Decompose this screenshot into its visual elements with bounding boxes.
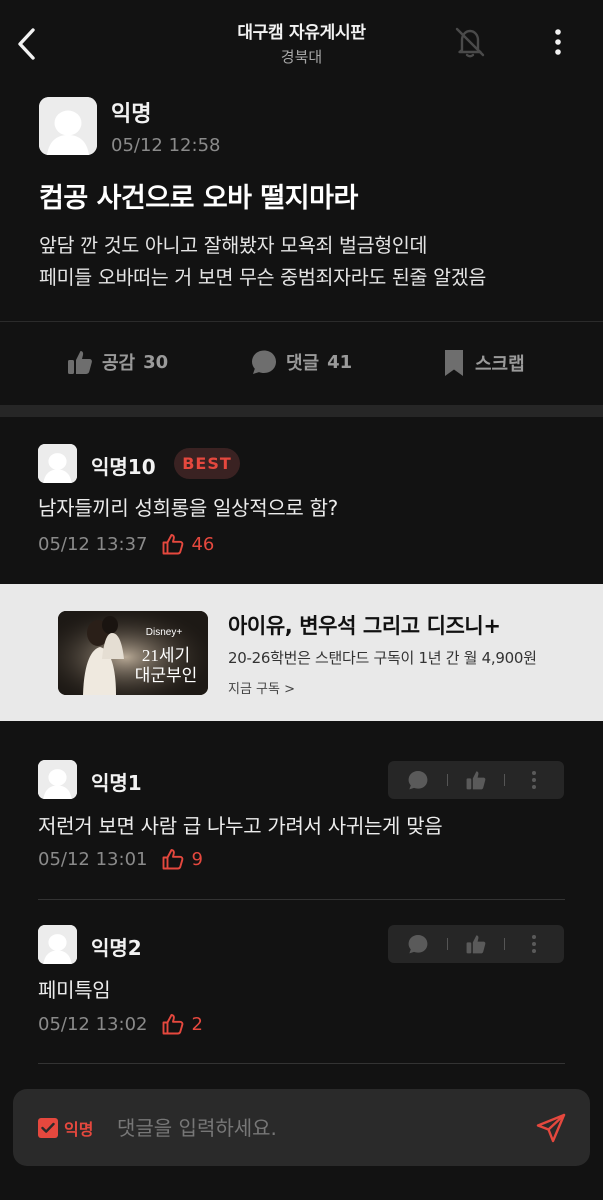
comment-like-count: 46 (191, 533, 215, 555)
post-author-name: 익명 (111, 102, 152, 127)
comment-count-button[interactable]: 댓글 41 (250, 348, 352, 376)
comment-toolbar (388, 925, 564, 963)
more-vertical-icon (531, 935, 536, 953)
thumbs-up-outline-icon (163, 534, 184, 555)
comment-avatar (38, 760, 77, 799)
bookmark-icon (445, 350, 463, 376)
default-avatar-icon (38, 760, 77, 799)
thumbs-up-icon (466, 771, 486, 790)
divider (0, 321, 603, 322)
comment-like-count-group: 9 (161, 847, 203, 871)
comment-text: 페미특임 (38, 978, 111, 1002)
board-title-group: 대구캠 자유게시판 경북대 (0, 18, 603, 67)
ad-description: 20-26학번은 스탠다드 구독이 1년 간 월 4,900원 (228, 649, 537, 667)
comment-like-button[interactable] (460, 928, 492, 960)
scrap-label: 스크랩 (475, 354, 525, 375)
default-avatar-icon (38, 444, 77, 483)
like-button[interactable]: 공감 30 (66, 348, 168, 376)
top-bar: 대구캠 자유게시판 경북대 (0, 0, 603, 88)
comment-count: 41 (327, 351, 353, 373)
toolbar-separator (504, 774, 506, 786)
comment-timestamp: 05/12 13:37 (38, 533, 148, 555)
post-author-avatar (39, 97, 97, 155)
comment-like-count-group: 46 (161, 532, 214, 556)
ad-poster-image: Disney+ 21세기 대군부인 (58, 611, 208, 695)
more-options-button[interactable] (542, 22, 574, 62)
comment-author: 익명10 (91, 455, 156, 479)
reply-button[interactable] (402, 928, 434, 960)
notification-toggle-button[interactable] (450, 22, 490, 62)
post-body: 앞담 깐 것도 아니고 잘해봤자 모욕죄 벌금형인데 페미들 오바떠는 거 보면… (39, 230, 579, 294)
default-avatar-icon (38, 925, 77, 964)
post-title: 컴공 사건으로 오바 떨지마라 (39, 183, 358, 214)
reply-button[interactable] (402, 764, 434, 796)
checkbox-checked-icon (38, 1118, 58, 1138)
section-divider (0, 405, 603, 417)
comment-like-count-group: 2 (161, 1012, 203, 1036)
comment-meta: 05/12 13:01 9 (38, 847, 203, 871)
default-avatar-icon (39, 97, 97, 155)
chat-bubble-icon (408, 770, 428, 790)
comment-toolbar (388, 761, 564, 799)
comment-author: 익명1 (91, 771, 142, 795)
thumbs-up-icon (68, 351, 92, 374)
comment-text: 저런거 보면 사람 급 나누고 가려서 사귀는게 맞음 (38, 814, 443, 838)
ad-thumb-title-2: 대군부인 (135, 666, 198, 685)
toolbar-separator (504, 938, 506, 950)
chat-bubble-icon (252, 350, 276, 374)
anonymous-label: 익명 (64, 1120, 94, 1139)
school-name: 경북대 (280, 48, 323, 66)
comment-author: 익명2 (91, 936, 142, 960)
comment-input[interactable] (117, 1109, 517, 1147)
comment-avatar (38, 925, 77, 964)
post-actions: 공감 30 댓글 41 스크랩 (0, 330, 603, 398)
thumbs-up-icon (466, 935, 486, 954)
ad-title: 아이유, 변우석 그리고 디즈니+ (228, 614, 501, 638)
like-count: 30 (143, 351, 169, 373)
best-badge: BEST (174, 448, 240, 479)
board-title: 대구캠 자유게시판 (237, 23, 366, 43)
thumbs-up-outline-icon (163, 849, 184, 870)
ad-thumbnail: Disney+ 21세기 대군부인 (58, 611, 208, 695)
post-body-line: 앞담 깐 것도 아니고 잘해봤자 모욕죄 벌금형인데 (39, 234, 428, 257)
more-vertical-icon (531, 771, 536, 789)
comment-more-button[interactable] (518, 764, 550, 796)
chat-bubble-icon (408, 934, 428, 954)
comment-more-button[interactable] (518, 928, 550, 960)
comment-avatar (38, 444, 77, 483)
bell-off-icon (455, 27, 485, 58)
post-body-line: 페미들 오바떠는 거 보면 무슨 중범죄자라도 된줄 알겠음 (39, 266, 487, 289)
comment-text: 남자들끼리 성희롱을 일상적으로 함? (38, 496, 338, 520)
comment-meta: 05/12 13:37 46 (38, 532, 214, 556)
send-button[interactable] (531, 1108, 571, 1148)
ad-thumb-title-1: 21세기 (142, 646, 190, 665)
comment-like-count: 9 (191, 848, 203, 870)
thumbs-up-outline-icon (163, 1014, 184, 1035)
toolbar-separator (446, 938, 448, 950)
comment-divider (38, 899, 565, 900)
comment-input-bar: 익명 (13, 1089, 590, 1166)
ad-cta-link[interactable]: 지금 구독 > (228, 678, 295, 697)
toolbar-separator (446, 774, 448, 786)
comment-timestamp: 05/12 13:02 (38, 1013, 148, 1035)
send-icon (536, 1113, 566, 1143)
more-vertical-icon (555, 29, 561, 55)
scrap-button[interactable]: 스크랩 (441, 348, 525, 378)
ad-thumb-brand: Disney+ (146, 627, 183, 638)
comment-like-button[interactable] (460, 764, 492, 796)
comment-like-count: 2 (191, 1013, 203, 1035)
anonymous-checkbox[interactable]: 익명 (38, 1116, 93, 1140)
comment-timestamp: 05/12 13:01 (38, 848, 148, 870)
comment-meta: 05/12 13:02 2 (38, 1012, 203, 1036)
comment-divider (38, 1063, 565, 1064)
post-timestamp: 05/12 12:58 (111, 135, 221, 156)
like-label: 공감 (102, 353, 136, 374)
comment-label: 댓글 (286, 353, 320, 374)
ad-banner[interactable]: Disney+ 21세기 대군부인 아이유, 변우석 그리고 디즈니+ 20-2… (0, 584, 603, 721)
